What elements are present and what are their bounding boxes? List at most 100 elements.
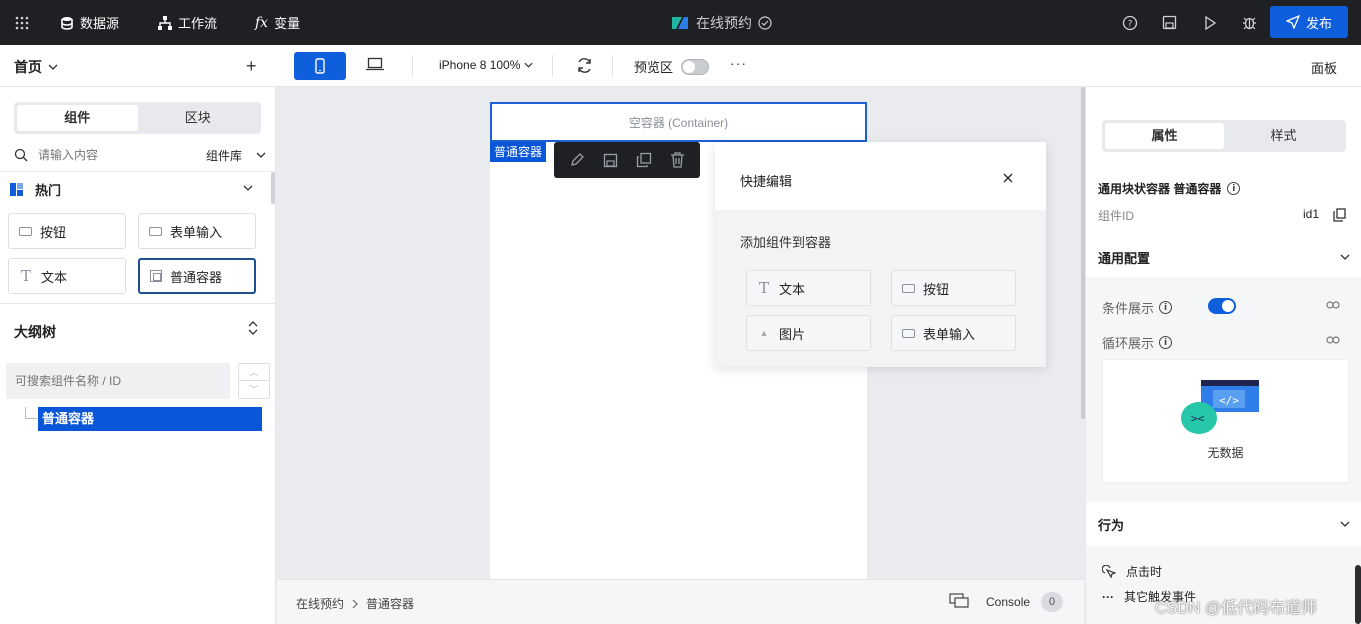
bottom-status-bar: 在线预约 普通容器 Console 0: [277, 579, 1084, 624]
conditional-display-toggle[interactable]: [1208, 298, 1236, 314]
component-form-input[interactable]: 表单输入: [138, 213, 256, 249]
quick-add-label: 按钮: [923, 281, 950, 297]
right-panel-scrollbar[interactable]: [1355, 565, 1361, 624]
panel-toggle-button[interactable]: 面板: [1311, 58, 1337, 77]
component-text[interactable]: T 文本: [8, 258, 126, 294]
behavior-label: 行为: [1098, 517, 1125, 533]
more-dots-icon: ···: [1102, 589, 1114, 604]
text-component-icon: T: [758, 279, 769, 297]
on-click-label: 点击时: [1126, 565, 1163, 579]
save-block-icon[interactable]: [603, 153, 618, 168]
info-icon[interactable]: i: [1159, 336, 1173, 349]
workflow-menu[interactable]: 工作流: [158, 0, 217, 45]
chevron-down-icon[interactable]: [1340, 254, 1350, 260]
divider: [0, 303, 276, 304]
screens-icon[interactable]: [949, 593, 969, 609]
console-label[interactable]: Console: [986, 595, 1030, 609]
chevron-down-icon[interactable]: [243, 185, 253, 191]
debug-bug-icon[interactable]: [1242, 0, 1257, 45]
quick-add-text[interactable]: T 文本: [746, 270, 871, 306]
panel-scrollbar[interactable]: [271, 172, 275, 204]
copy-icon[interactable]: [1333, 208, 1346, 222]
behavior-header[interactable]: 行为: [1086, 506, 1361, 542]
input-component-icon: [149, 226, 162, 236]
workflow-icon: [158, 15, 172, 30]
quick-add-image[interactable]: ▲ 图片: [746, 315, 871, 351]
component-label: 表单输入: [170, 224, 223, 240]
delete-trash-icon[interactable]: [670, 152, 685, 168]
outline-node-container[interactable]: 普通容器: [38, 407, 262, 431]
component-container[interactable]: 普通容器: [138, 258, 256, 294]
stepper-down-icon[interactable]: ﹀: [239, 381, 269, 398]
selected-component-tag: 普通容器: [490, 142, 547, 162]
container-placeholder: 空容器 (Container): [628, 115, 729, 130]
datasource-menu[interactable]: 数据源: [60, 0, 119, 45]
tab-styles[interactable]: 样式: [1224, 123, 1343, 149]
quick-add-form-input[interactable]: 表单输入: [891, 315, 1016, 351]
general-config-header[interactable]: 通用配置: [1086, 239, 1361, 275]
copy-icon[interactable]: [636, 152, 652, 168]
stepper-up-icon[interactable]: ︿: [239, 364, 269, 381]
empty-container[interactable]: 空容器 (Container): [490, 102, 867, 142]
tab-properties[interactable]: 属性: [1105, 123, 1224, 149]
loop-data-empty-state: </> >< 无数据: [1102, 359, 1349, 483]
component-label: 普通容器: [170, 269, 223, 285]
empty-data-illustration: </> ><: [1181, 380, 1259, 434]
add-page-icon[interactable]: +: [246, 56, 257, 77]
hot-section-header[interactable]: 热门: [10, 180, 61, 199]
send-icon: [1285, 15, 1300, 29]
chevron-down-icon[interactable]: [1340, 521, 1350, 527]
component-button[interactable]: 按钮: [8, 213, 126, 249]
component-action-toolbar: [554, 142, 700, 178]
chevron-down-icon[interactable]: [256, 152, 266, 158]
more-options-icon[interactable]: ···: [730, 55, 747, 71]
preview-area-toggle[interactable]: [681, 58, 710, 75]
help-icon[interactable]: ?: [1122, 0, 1138, 45]
apps-grid-icon[interactable]: [14, 0, 30, 45]
info-icon[interactable]: i: [1159, 301, 1173, 314]
close-icon[interactable]: [1003, 173, 1013, 183]
quick-add-label: 文本: [779, 281, 806, 297]
refresh-icon[interactable]: [576, 57, 593, 77]
device-zoom-select[interactable]: iPhone 8 100%: [439, 58, 533, 72]
mobile-view-button[interactable]: [294, 52, 346, 80]
save-icon[interactable]: [1162, 0, 1177, 45]
page-selector[interactable]: 首页: [14, 57, 58, 77]
desktop-view-button[interactable]: [366, 57, 384, 74]
svg-text:?: ?: [1128, 19, 1133, 29]
app-title: 在线预约: [670, 0, 772, 45]
expand-collapse-icon[interactable]: [248, 321, 258, 335]
info-icon[interactable]: i: [1227, 182, 1241, 195]
outline-stepper[interactable]: ︿ ﹀: [238, 363, 270, 399]
quick-edit-title: 快捷编辑: [740, 174, 793, 189]
on-click-event[interactable]: 点击时: [1102, 563, 1162, 580]
container-component-icon: [150, 270, 162, 282]
datasource-label: 数据源: [80, 16, 120, 31]
variables-menu[interactable]: fx 变量: [255, 0, 300, 45]
tab-blocks[interactable]: 区块: [138, 105, 259, 131]
run-preview-icon[interactable]: [1204, 0, 1216, 45]
right-panel: 属性 样式 通用块状容器 普通容器 i 组件ID id1 通用配置 条件展示 i…: [1085, 87, 1361, 624]
tab-components[interactable]: 组件: [17, 105, 138, 131]
quick-add-button[interactable]: 按钮: [891, 270, 1016, 306]
watermark: CSDN @低代码布道师: [1155, 600, 1318, 617]
breadcrumb-app[interactable]: 在线预约: [296, 595, 344, 612]
page-label: 首页: [14, 59, 42, 75]
pointer-click-icon: [1102, 564, 1116, 578]
toolbar-divider: [612, 55, 613, 77]
chevron-right-icon: [352, 599, 358, 608]
publish-button[interactable]: 发布: [1270, 6, 1348, 38]
toolbar-divider: [552, 55, 553, 77]
svg-text:</>: </>: [1219, 394, 1239, 407]
canvas-area: 空容器 (Container) 普通容器 快捷编辑 添加组件到容器 T 文本 按…: [277, 87, 1085, 624]
breadcrumb-component[interactable]: 普通容器: [366, 595, 414, 612]
outline-search-input[interactable]: [15, 374, 215, 388]
edit-pencil-icon[interactable]: [569, 152, 585, 168]
library-select[interactable]: 组件库: [206, 147, 242, 164]
link-binding-icon[interactable]: [1326, 336, 1340, 344]
component-id-value: id1: [1303, 207, 1320, 221]
editor-toolbar: 首页 + iPhone 8 100% 预览区 ··· 面板: [0, 45, 1361, 87]
link-binding-icon[interactable]: [1326, 301, 1340, 309]
text-component-icon: T: [20, 267, 31, 285]
component-search-input[interactable]: [38, 148, 188, 162]
